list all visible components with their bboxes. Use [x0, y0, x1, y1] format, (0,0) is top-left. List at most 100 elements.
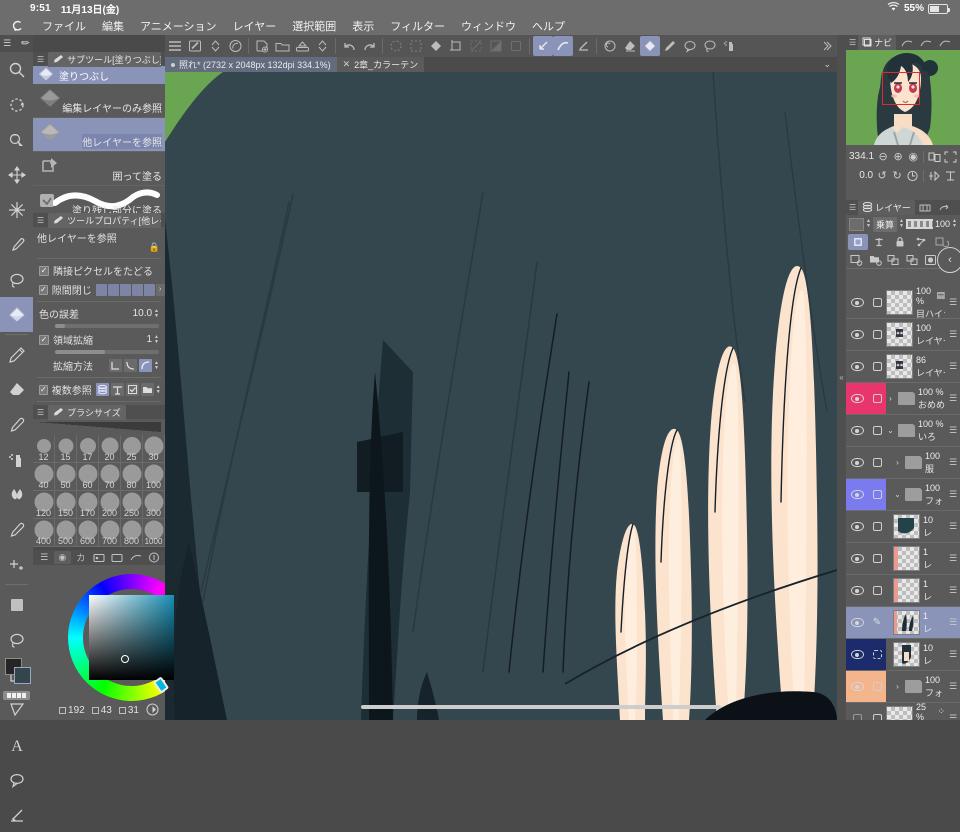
brush-size-tab[interactable]: ブラシサイズ	[48, 405, 126, 420]
spinner-icon[interactable]: ▲▼	[154, 335, 159, 345]
ref-layer-folder-icon[interactable]	[141, 383, 154, 396]
redo-icon[interactable]	[359, 36, 379, 56]
table-row[interactable]: 10 レ ☰	[846, 639, 960, 671]
color-history-tab[interactable]	[127, 551, 143, 564]
fit-screen-icon[interactable]: ◉	[907, 149, 919, 164]
table-row[interactable]: 100 レイヤー2 ☰	[846, 319, 960, 351]
hamburger-icon[interactable]: ☰	[849, 203, 856, 212]
color-wheel-sv-square[interactable]	[89, 595, 174, 680]
checkbox-close-gap[interactable]: ✓	[39, 285, 48, 295]
brush-size-cell[interactable]: 25	[121, 435, 143, 463]
menu-item-filter[interactable]: フィルター	[382, 18, 453, 34]
clip-to-layer-icon[interactable]	[848, 234, 868, 250]
hamburger-icon[interactable]: ☰	[849, 38, 856, 47]
layer-thumbnail[interactable]	[886, 322, 913, 347]
layer-visibility-toggle[interactable]	[846, 543, 868, 574]
animation-tab[interactable]	[917, 202, 934, 214]
app-logo-icon[interactable]	[10, 19, 24, 33]
brush-size-preview-bar[interactable]	[37, 422, 161, 432]
undo-icon[interactable]	[339, 36, 359, 56]
fill-icon[interactable]	[426, 36, 446, 56]
brush-size-cell[interactable]: 50	[55, 463, 77, 491]
blend-mode-select[interactable]: 乗算	[873, 217, 897, 232]
hamburger-icon[interactable]: ☰	[37, 408, 44, 417]
hamburger-icon[interactable]	[165, 36, 185, 56]
layer-visibility-toggle[interactable]	[846, 607, 868, 638]
flip-canvas-icon[interactable]	[928, 168, 941, 183]
gradient-pen-tool[interactable]	[0, 512, 33, 547]
pen-icon[interactable]	[660, 36, 680, 56]
layer-mask-toggle[interactable]	[868, 447, 886, 478]
layer-mask-toggle[interactable]	[868, 511, 886, 542]
table-row[interactable]: 86 レイヤー2 ☰	[846, 351, 960, 383]
overflow-chevron-icon[interactable]	[817, 36, 837, 56]
close-icon[interactable]: ✕	[343, 59, 351, 70]
rotate-90-icon[interactable]	[944, 168, 957, 183]
rotate-right-icon[interactable]: ↻	[891, 168, 903, 183]
layer-thumbnail[interactable]	[893, 546, 920, 571]
menu-item-selection[interactable]: 選択範囲	[284, 18, 344, 34]
layer-thumbnail[interactable]	[886, 290, 913, 315]
menu-item-help[interactable]: ヘルプ	[524, 18, 573, 34]
color-tolerance-value[interactable]: 10.0	[133, 308, 152, 319]
layer-visibility-toggle[interactable]	[846, 639, 868, 670]
speech-balloon-icon[interactable]	[680, 36, 700, 56]
eyedropper-tool[interactable]	[0, 227, 33, 262]
layer-menu-icon[interactable]: ☰	[948, 489, 958, 500]
tool-prop-row-multi-reference[interactable]: ✓ 複数参照 ▲▼	[33, 380, 165, 399]
subtool-selected-tool[interactable]: 塗りつぶし	[33, 66, 165, 84]
brush-size-cell[interactable]: 60	[77, 463, 99, 491]
subtool-palette-tab[interactable]: サブツール[塗りつぶし]	[48, 52, 161, 67]
document-tab-inactive[interactable]: ✕ 2章_カラーテン	[337, 57, 425, 72]
rotate-tool[interactable]	[0, 87, 33, 122]
transparent-lock-icon[interactable]	[869, 234, 889, 250]
menu-item-edit[interactable]: 編集	[94, 18, 132, 34]
tool-prop-row-close-gap[interactable]: ✓ 隙間閉じ ›	[33, 280, 165, 299]
layer-thumbnail[interactable]	[886, 354, 913, 379]
layer-mask-toggle[interactable]	[868, 351, 886, 382]
stop-selection-icon[interactable]	[506, 36, 526, 56]
chevron-down-icon[interactable]: ⌄	[893, 490, 902, 499]
history-tab[interactable]	[936, 202, 953, 214]
layer-menu-icon[interactable]: ☰	[948, 521, 958, 532]
crop-icon[interactable]	[446, 36, 466, 56]
color-wheel-sv-picker[interactable]	[121, 655, 129, 663]
brush-size-cell[interactable]: 12	[33, 435, 55, 463]
subtool-item-1[interactable]: 他レイヤーを参照	[33, 118, 165, 152]
layer-visibility-toggle[interactable]	[846, 351, 868, 382]
subtool-item-2[interactable]: 囲って塗る	[33, 152, 165, 186]
intermediate-color-tab[interactable]	[91, 551, 107, 564]
menu-item-layer[interactable]: レイヤー	[225, 18, 285, 34]
opacity-slider[interactable]	[906, 219, 933, 229]
table-row[interactable]: 25 % ⁘ レイヤー7 ☰	[846, 703, 960, 720]
table-row[interactable]: 10 レ ☰	[846, 511, 960, 543]
layer-preview-icon[interactable]	[849, 218, 864, 231]
menu-item-window[interactable]: ウィンドウ	[453, 18, 524, 34]
zoom-in-icon[interactable]: ⊕	[892, 149, 904, 164]
chevron-down-icon[interactable]: ⌄	[823, 59, 831, 70]
canvas-area[interactable]	[165, 57, 837, 720]
merge-down-icon[interactable]	[904, 252, 922, 268]
spinner-icon[interactable]: ▲▼	[154, 361, 159, 371]
checkbox-area-scale[interactable]: ✓	[39, 335, 49, 345]
layer-visibility-toggle[interactable]	[846, 703, 868, 720]
move-layer-tool[interactable]	[0, 122, 33, 157]
ruler-lock-icon[interactable]	[911, 234, 931, 250]
navigator-preview[interactable]	[846, 50, 960, 145]
spinner-icon[interactable]: ▲▼	[866, 219, 871, 229]
cloud-icon[interactable]	[225, 36, 245, 56]
hamburger-icon[interactable]: ☰	[36, 551, 52, 564]
ref-folder-icon[interactable]	[111, 383, 124, 396]
reset-rotation-icon[interactable]	[906, 168, 919, 183]
correct-line-tool[interactable]	[0, 547, 33, 582]
zoom-out-icon[interactable]: ⊖	[877, 149, 889, 164]
table-row[interactable]: ⌄ 100 フォ ☰	[846, 479, 960, 511]
decoration-tool[interactable]	[0, 477, 33, 512]
chevron-updown-icon[interactable]	[312, 36, 332, 56]
chevron-right-icon[interactable]: ›	[886, 394, 895, 403]
brush-size-cell[interactable]: 700	[99, 519, 121, 547]
brush-size-cell[interactable]: 15	[55, 435, 77, 463]
brush-size-cell[interactable]: 600	[77, 519, 99, 547]
perspective-ruler-tool[interactable]	[0, 797, 33, 832]
lasso-icon[interactable]	[700, 36, 720, 56]
